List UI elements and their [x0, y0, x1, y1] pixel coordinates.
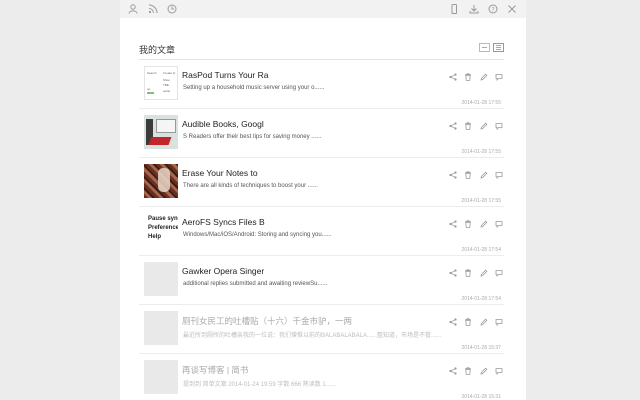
share-icon[interactable]: [448, 121, 458, 131]
edit-icon[interactable]: [479, 170, 489, 180]
comment-icon[interactable]: [494, 268, 504, 278]
article-row[interactable]: Search Create H Shoo TBE settie up RasPod Turn…: [139, 60, 504, 109]
list-view-button[interactable]: [479, 43, 490, 52]
article-title[interactable]: Gawker Opera Singer: [182, 266, 264, 276]
article-actions: [448, 121, 504, 131]
article-title[interactable]: Audible Books, Googl: [182, 119, 264, 129]
delete-icon[interactable]: [463, 268, 473, 278]
article-date: 2014-01-28 15:31: [461, 394, 501, 400]
article-date: 2014-01-28 17:55: [461, 100, 501, 106]
user-icon[interactable]: [126, 2, 140, 16]
article-actions: [448, 268, 504, 278]
article-title[interactable]: Erase Your Notes to: [182, 168, 258, 178]
comment-icon[interactable]: [494, 219, 504, 229]
article-list: Search Create H Shoo TBE settie up RasPod Turn…: [139, 60, 504, 400]
article-row[interactable]: Pause sync Preference Help AeroFS Syncs Fil…: [139, 207, 504, 256]
article-thumbnail: [144, 164, 178, 198]
delete-icon[interactable]: [463, 170, 473, 180]
thumbnail-text: Pause sync: [148, 216, 178, 222]
edit-icon[interactable]: [479, 317, 489, 327]
article-date: 2014-01-28 17:55: [461, 149, 501, 155]
comment-icon[interactable]: [494, 366, 504, 376]
comment-icon[interactable]: [494, 170, 504, 180]
thumbnail-text: Help: [148, 234, 162, 240]
comment-icon[interactable]: [494, 317, 504, 327]
article-title[interactable]: 再谈写博客 | 简书: [182, 364, 248, 376]
article-actions: [448, 72, 504, 82]
edit-icon[interactable]: [479, 366, 489, 376]
article-thumbnail: [144, 115, 178, 149]
thumbnail-text: Preference: [148, 225, 178, 231]
delete-icon[interactable]: [463, 219, 473, 229]
close-icon[interactable]: [505, 2, 519, 16]
article-title[interactable]: 厕刊女民工的吐槽贴（十六）千金市驴，一两: [182, 315, 352, 327]
article-excerpt: additional replies submitted and awaitin…: [183, 281, 328, 287]
article-date: 2014-01-28 17:55: [461, 198, 501, 204]
article-date: 2014-01-28 15:37: [461, 345, 501, 351]
article-excerpt: 最近所到厕所的吐槽亲我的一位说：我们憎惟以前的BALABALABALA.....…: [183, 333, 442, 339]
article-thumbnail: [144, 360, 178, 394]
phone-icon[interactable]: [447, 2, 461, 16]
article-actions: [448, 366, 504, 376]
edit-icon[interactable]: [479, 268, 489, 278]
edit-icon[interactable]: [479, 121, 489, 131]
edit-icon[interactable]: [479, 72, 489, 82]
edit-icon[interactable]: [479, 219, 489, 229]
top-toolbar: ?: [120, 0, 526, 18]
article-excerpt: There are all kinds of techniques to boo…: [183, 183, 318, 189]
delete-icon[interactable]: [463, 317, 473, 327]
article-row[interactable]: 厕刊女民工的吐槽贴（十六）千金市驴，一两最近所到厕所的吐槽亲我的一位说：我们憎惟…: [139, 305, 504, 354]
delete-icon[interactable]: [463, 366, 473, 376]
help-icon[interactable]: ?: [486, 2, 500, 16]
article-actions: [448, 317, 504, 327]
share-icon[interactable]: [448, 72, 458, 82]
share-icon[interactable]: [448, 366, 458, 376]
comment-icon[interactable]: [494, 121, 504, 131]
article-thumbnail: Pause sync Preference Help: [144, 213, 178, 247]
thumbnail-text: Shoo: [163, 78, 171, 82]
article-thumbnail: [144, 311, 178, 345]
share-icon[interactable]: [448, 268, 458, 278]
article-actions: [448, 170, 504, 180]
article-row[interactable]: Audible Books, Googl S Readers offer thei…: [139, 109, 504, 158]
detail-view-button[interactable]: [493, 43, 504, 52]
delete-icon[interactable]: [463, 121, 473, 131]
thumbnail-text: Create H: [163, 71, 176, 75]
share-icon[interactable]: [448, 219, 458, 229]
delete-icon[interactable]: [463, 72, 473, 82]
article-actions: [448, 219, 504, 229]
article-date: 2014-01-28 17:54: [461, 296, 501, 302]
article-row[interactable]: Gawker Opera Singer additional replies su…: [139, 256, 504, 305]
article-title[interactable]: AeroFS Syncs Files B: [182, 217, 265, 227]
article-excerpt: 提到到 简单文案 2014-01-24 19:59 字数 666 熟读数 1..…: [183, 382, 336, 388]
article-title[interactable]: RasPod Turns Your Ra: [182, 70, 268, 80]
clock-icon[interactable]: [165, 2, 179, 16]
article-thumbnail: [144, 262, 178, 296]
thumbnail-text: settie: [163, 89, 171, 93]
comment-icon[interactable]: [494, 72, 504, 82]
rss-icon[interactable]: [146, 2, 160, 16]
svg-text:?: ?: [491, 6, 494, 13]
article-excerpt: S Readers offer their best tips for savi…: [183, 134, 322, 140]
article-thumbnail: Search Create H Shoo TBE settie up: [144, 66, 178, 100]
share-icon[interactable]: [448, 170, 458, 180]
article-date: 2014-01-28 17:54: [461, 247, 501, 253]
reader-panel: ? 我的文章 Search Create H Shoo TBE settie up RasP…: [120, 0, 526, 400]
article-excerpt: Windows/Mac/iOS/Android: Storing and syn…: [183, 232, 332, 238]
article-excerpt: Setting up a household music server usin…: [183, 85, 325, 91]
download-icon[interactable]: [467, 2, 481, 16]
share-icon[interactable]: [448, 317, 458, 327]
article-row[interactable]: Erase Your Notes to There are all kinds o…: [139, 158, 504, 207]
thumbnail-text: Search: [147, 71, 157, 75]
thumbnail-text: TBE: [163, 83, 169, 87]
section-title: 我的文章: [139, 45, 176, 55]
article-row[interactable]: 再谈写博客 | 简书提到到 简单文案 2014-01-24 19:59 字数 6…: [139, 354, 504, 400]
thumbnail-text: up: [147, 87, 151, 91]
